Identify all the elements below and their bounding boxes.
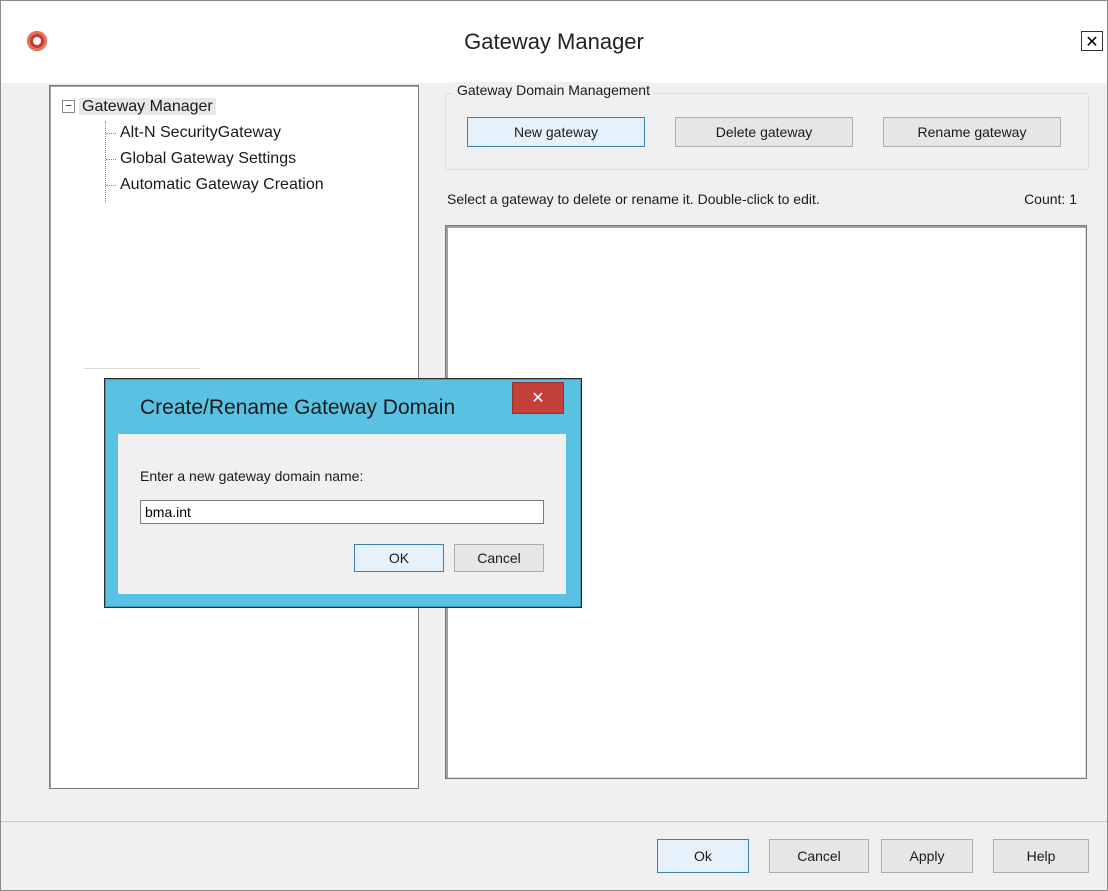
dialog-body: Enter a new gateway domain name: OK Canc… — [118, 434, 566, 594]
cancel-button[interactable]: Cancel — [769, 839, 869, 873]
tree-divider — [84, 368, 200, 369]
group-title: Gateway Domain Management — [453, 82, 654, 98]
gateway-domain-name-input[interactable] — [140, 500, 544, 524]
ok-button[interactable]: Ok — [657, 839, 749, 873]
tree-item-automatic-gateway-creation[interactable]: Automatic Gateway Creation — [106, 174, 324, 196]
dialog-title: Create/Rename Gateway Domain — [140, 396, 456, 419]
rename-gateway-button[interactable]: Rename gateway — [883, 117, 1061, 147]
dialog-prompt: Enter a new gateway domain name: — [140, 468, 364, 484]
gateway-count: Count: 1 — [1024, 191, 1077, 207]
footer-separator — [1, 821, 1107, 822]
collapse-icon[interactable]: − — [62, 100, 75, 114]
new-gateway-button[interactable]: New gateway — [467, 117, 645, 147]
tree-item-alt-n-securitygateway[interactable]: Alt-N SecurityGateway — [106, 122, 281, 144]
dialog-ok-button[interactable]: OK — [354, 544, 444, 572]
tree-root-gateway-manager[interactable]: − Gateway Manager — [62, 96, 216, 118]
gateway-manager-window: Gateway Manager ✕ − Gateway Manager Alt-N… — [0, 0, 1108, 891]
list-caption: Select a gateway to delete or rename it.… — [447, 191, 820, 207]
delete-gateway-button[interactable]: Delete gateway — [675, 117, 853, 147]
dialog-close-button[interactable]: ✕ — [512, 382, 564, 414]
tree-root-label: Gateway Manager — [79, 98, 216, 115]
tree-item-global-gateway-settings[interactable]: Global Gateway Settings — [106, 148, 296, 170]
title-bar: Gateway Manager ✕ — [1, 1, 1107, 83]
apply-button[interactable]: Apply — [881, 839, 973, 873]
help-button[interactable]: Help — [993, 839, 1089, 873]
create-rename-gateway-dialog: Create/Rename Gateway Domain ✕ Enter a n… — [105, 379, 581, 607]
dialog-cancel-button[interactable]: Cancel — [454, 544, 544, 572]
window-close-button[interactable]: ✕ — [1081, 31, 1103, 51]
window-title: Gateway Manager — [464, 29, 644, 54]
